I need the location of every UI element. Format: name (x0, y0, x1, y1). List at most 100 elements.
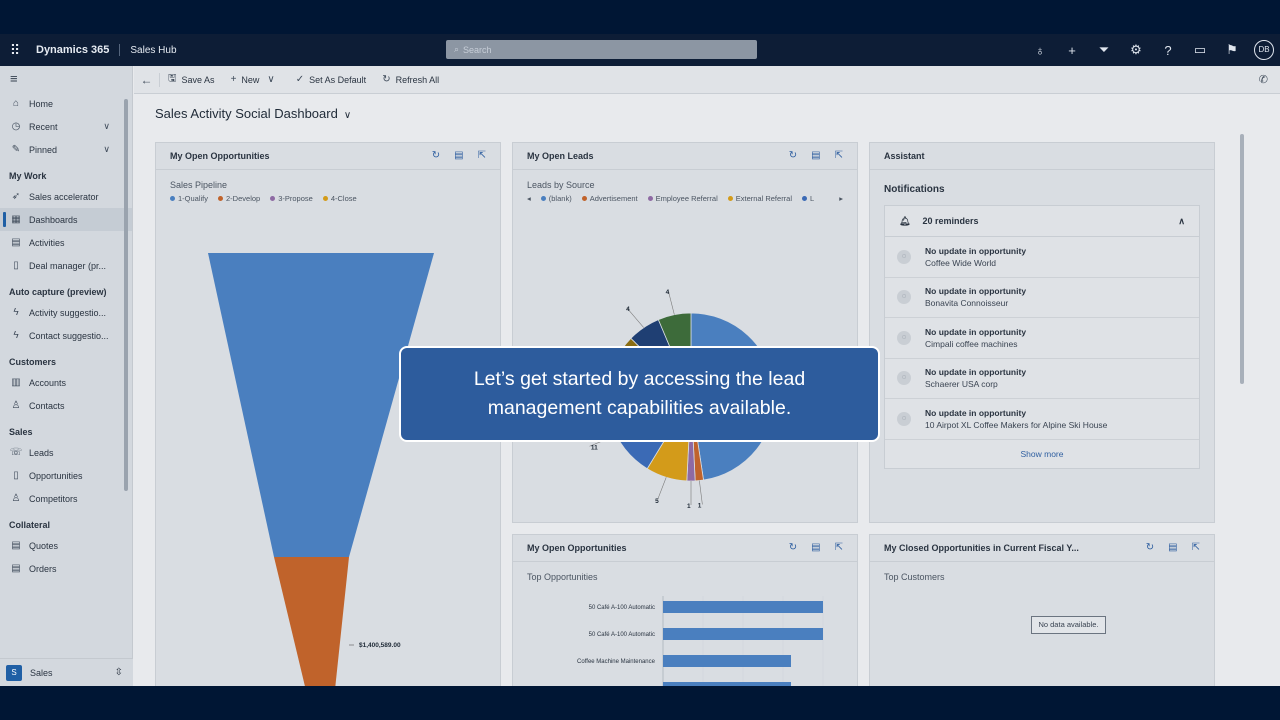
funnel-chart: $1,400,589.00 (208, 253, 434, 686)
legend-marker (218, 196, 224, 201)
notification-title: No update in opportunity (925, 286, 1027, 297)
copilot-icon[interactable]: ⚑ (1216, 42, 1248, 58)
hamburger-icon[interactable]: ≡ (0, 66, 132, 92)
legend-label: 1-Qualify (178, 194, 209, 203)
lightning-icon: ϟ (13, 307, 19, 318)
person-icon: ♙ (11, 400, 21, 411)
sidebar-item-label: Activity suggestio... (29, 307, 107, 318)
refresh-icon[interactable]: ↻ (789, 150, 797, 161)
sidebar-item-home[interactable]: ⌂ Home (0, 92, 132, 115)
bell-icon: ◌ (897, 371, 911, 386)
sidebar-item-recent[interactable]: ◷ Recent ∨ (0, 115, 132, 138)
avatar[interactable]: DB (1254, 40, 1274, 60)
sidebar-item-sales-accelerator[interactable]: ➶ Sales accelerator (0, 185, 132, 208)
chevron-down-icon[interactable]: ∨ (103, 121, 110, 132)
chart-subtitle: Top Customers (884, 572, 945, 582)
sidebar-item-deal-manager-pr[interactable]: ▯ Deal manager (pr... (0, 254, 132, 277)
legend-item[interactable]: External Referral (727, 194, 792, 203)
legend-item[interactable]: 2-Develop (218, 194, 260, 203)
new-button[interactable]: + New ∨ (223, 74, 288, 85)
legend-item[interactable]: (blank) (540, 194, 572, 203)
chevron-up-icon[interactable]: ∧ (1178, 216, 1185, 227)
view-records-icon[interactable]: ▤ (454, 150, 463, 161)
main-scrollbar[interactable] (1240, 134, 1244, 384)
legend-item[interactable]: 1-Qualify (170, 194, 208, 203)
pie-label-leader (668, 291, 675, 315)
chat-icon[interactable]: ▭ (1184, 42, 1216, 58)
sidebar-item-activity-suggestio[interactable]: ϟ Activity suggestio... (0, 301, 132, 324)
chevron-down-icon[interactable]: ∨ (267, 74, 274, 85)
expand-icon[interactable]: ⇱ (478, 150, 486, 161)
refresh-all-button[interactable]: ↻ Refresh All (374, 74, 447, 85)
area-switcher[interactable]: S Sales ⇳ (0, 658, 133, 686)
app-name[interactable]: Sales Hub (120, 45, 176, 56)
legend-label: Advertisement (589, 194, 638, 203)
chevron-down-icon: ∨ (343, 110, 352, 121)
view-records-icon[interactable]: ▤ (811, 542, 820, 553)
sidebar-item-label: Deal manager (pr... (29, 260, 107, 271)
sidebar-item-accounts[interactable]: ▥ Accounts (0, 371, 132, 394)
bar[interactable] (663, 628, 823, 640)
sidebar-item-label: Activities (29, 237, 65, 248)
bar-chart: 50 Café A-100 Automatic 50 Café A-100 Aut… (577, 596, 824, 686)
legend-prev-icon[interactable]: ◂ (527, 194, 531, 203)
lightbulb-icon[interactable]: ♁ (1024, 43, 1056, 58)
dashboard-selector[interactable]: Sales Activity Social Dashboard ∨ (155, 106, 351, 121)
plus-icon: + (230, 74, 237, 85)
view-records-icon[interactable]: ▤ (1168, 542, 1177, 553)
sidebar-item-competitors[interactable]: ♙ Competitors (0, 487, 132, 510)
legend-item[interactable]: Advertisement (581, 194, 638, 203)
notification-item[interactable]: ◌ No update in opportunity Bonavita Connoi… (885, 278, 1199, 318)
view-records-icon[interactable]: ▤ (811, 150, 820, 161)
set-as-default-button[interactable]: ✓ Set As Default (288, 74, 374, 85)
sidebar-item-contact-suggestio[interactable]: ϟ Contact suggestio... (0, 324, 132, 347)
bar[interactable] (663, 601, 823, 613)
notification-item[interactable]: ◌ No update in opportunity Schaerer USA co… (885, 359, 1199, 399)
app-launcher-icon[interactable]: ⠿ (0, 42, 30, 59)
sidebar-item-leads[interactable]: ☏ Leads (0, 441, 132, 464)
card-tools: ↻ ▤ ⇱ (789, 150, 843, 161)
funnel-segment-develop[interactable] (274, 557, 349, 686)
sidebar-item-pinned[interactable]: ✎ Pinned ∨ (0, 138, 132, 161)
expand-icon[interactable]: ⇱ (1192, 542, 1200, 553)
sidebar-item-contacts[interactable]: ♙ Contacts (0, 394, 132, 417)
sidebar-item-activities[interactable]: ▤ Activities (0, 231, 132, 254)
refresh-icon[interactable]: ↻ (1146, 542, 1154, 553)
app-window: ⠿ Dynamics 365 Sales Hub ⌕ Search ♁ + ⏷ … (0, 34, 1280, 686)
notification-item[interactable]: ◌ No update in opportunity 10 Airpot XL Co… (885, 399, 1199, 440)
legend-item[interactable]: 3-Propose (270, 194, 313, 203)
expand-icon[interactable]: ⇱ (835, 542, 843, 553)
sidebar-scrollbar[interactable] (124, 99, 128, 491)
reminders-header[interactable]: 🔔︎ 20 reminders ∧ (885, 206, 1199, 237)
legend-item[interactable]: L (802, 194, 814, 203)
refresh-icon[interactable]: ↻ (789, 542, 797, 553)
bar[interactable] (663, 682, 791, 686)
gear-icon[interactable]: ⚙ (1120, 42, 1152, 58)
save-as-button[interactable]: 🖫 Save As (160, 71, 223, 88)
legend-label: Employee Referral (655, 194, 718, 203)
back-arrow-icon[interactable]: ← (134, 72, 160, 87)
notification-item[interactable]: ◌ No update in opportunity Coffee Wide Wor… (885, 237, 1199, 278)
phone-icon[interactable]: ✆ (1259, 73, 1268, 86)
show-more-link[interactable]: Show more (885, 440, 1199, 468)
pie-data-label: 1 (687, 503, 691, 510)
help-icon[interactable]: ? (1152, 43, 1184, 58)
sidebar-item-opportunities[interactable]: ▯ Opportunities (0, 464, 132, 487)
refresh-icon[interactable]: ↻ (432, 150, 440, 161)
brand-name[interactable]: Dynamics 365 (30, 44, 121, 56)
sidebar-item-dashboards[interactable]: ▦ Dashboards (0, 208, 132, 231)
filter-icon[interactable]: ⏷ (1088, 42, 1120, 58)
bar[interactable] (663, 655, 791, 667)
sidebar-group-title: Customers (9, 357, 57, 367)
legend-item[interactable]: Employee Referral (647, 194, 718, 203)
bell-icon: ◌ (897, 290, 911, 305)
plus-icon[interactable]: + (1056, 43, 1088, 58)
sidebar-item-quotes[interactable]: ▤ Quotes (0, 534, 132, 557)
legend-next-icon[interactable]: ▸ (839, 194, 843, 203)
chevron-down-icon[interactable]: ∨ (103, 144, 110, 155)
sidebar-item-orders[interactable]: ▤ Orders (0, 557, 132, 580)
search-input[interactable]: ⌕ Search (446, 40, 757, 59)
expand-icon[interactable]: ⇱ (835, 150, 843, 161)
notification-item[interactable]: ◌ No update in opportunity Cimpali coffee … (885, 318, 1199, 359)
legend-item[interactable]: 4-Close (322, 194, 357, 203)
